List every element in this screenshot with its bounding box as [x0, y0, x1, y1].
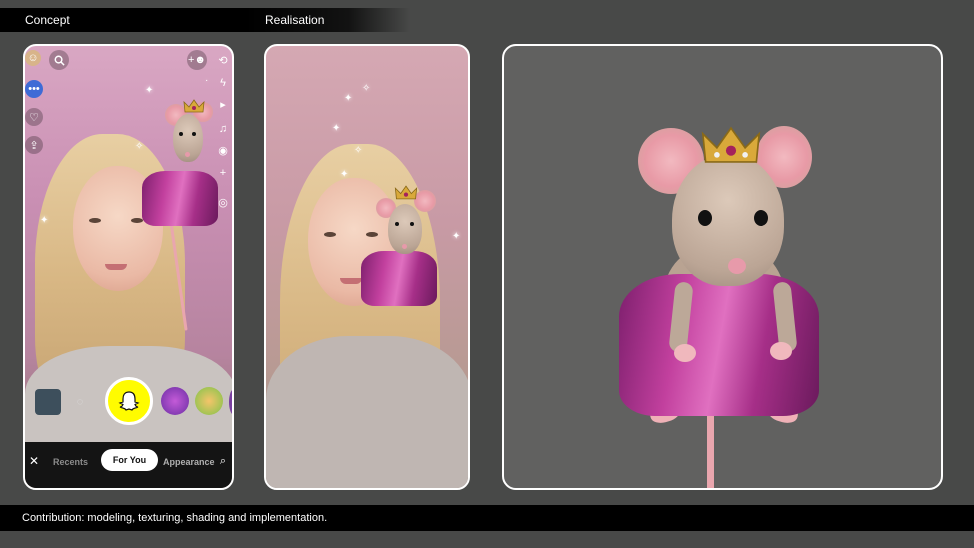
- flip-camera-icon[interactable]: ⟲: [216, 54, 230, 68]
- video-icon[interactable]: ▸: [216, 98, 230, 112]
- realisation-phone-screenshot: ✦ ✧ ✦ ✧ ✦ ✦: [264, 44, 470, 490]
- crown-icon: [183, 99, 205, 113]
- right-eye: [131, 218, 143, 223]
- sparkle-icon: ✧: [135, 141, 144, 152]
- sparkle-icon: ✦: [340, 169, 349, 180]
- sparkle-icon: ·: [205, 75, 209, 86]
- shirt: [266, 336, 468, 488]
- sparkle-icon: ✦: [452, 231, 461, 242]
- concept-phone-screenshot: ✦ ✦ ✧ · ☺ +☻ ••• ♡ ⇪ ⟲ ϟ ▸ ♫ ◉ + ◎ ◌ ✕ R…: [23, 44, 234, 490]
- left-eye: [324, 232, 336, 237]
- sparkle-icon: ✦: [344, 93, 353, 104]
- sparkle-icon: ✧: [362, 83, 371, 94]
- add-friend-icon[interactable]: +☻: [187, 50, 207, 70]
- sparkle-icon: ✦: [40, 215, 49, 226]
- sparkle-icon: ✧: [354, 145, 363, 156]
- sparkle-icon: ✦: [332, 123, 341, 134]
- lens-purple[interactable]: [161, 387, 189, 415]
- tab-for-you[interactable]: For You: [101, 449, 158, 471]
- bitmoji-avatar[interactable]: ☺: [25, 50, 41, 66]
- mouth: [340, 278, 362, 284]
- camera-icon[interactable]: ◉: [216, 144, 230, 158]
- capture-button[interactable]: [105, 377, 153, 425]
- sparkle-icon: ✦: [145, 85, 154, 96]
- crown-icon: [394, 185, 418, 200]
- mouse-render-panel: [502, 44, 943, 490]
- lens-explore-icon[interactable]: ⌕: [216, 454, 230, 468]
- flash-icon[interactable]: ϟ: [216, 76, 230, 90]
- plus-icon[interactable]: +: [216, 166, 230, 180]
- lens-glasses[interactable]: [195, 387, 223, 415]
- close-icon[interactable]: ✕: [27, 454, 41, 468]
- music-icon[interactable]: ♫: [216, 122, 230, 136]
- realisation-label: Realisation: [265, 13, 325, 27]
- concept-label: Concept: [25, 13, 70, 27]
- scan-icon[interactable]: ◎: [216, 196, 230, 210]
- share-icon[interactable]: ⇪: [25, 136, 43, 154]
- mouth: [105, 264, 127, 270]
- tab-appearance[interactable]: Appearance: [163, 457, 215, 467]
- crown-icon: [701, 126, 761, 163]
- recent-lens-thumbnail[interactable]: [35, 389, 61, 415]
- left-eye: [89, 218, 101, 223]
- lens-partial[interactable]: [229, 389, 232, 415]
- more-icon[interactable]: •••: [25, 80, 43, 98]
- right-eye: [366, 232, 378, 237]
- heart-icon[interactable]: ♡: [25, 108, 43, 126]
- search-icon[interactable]: [49, 50, 69, 70]
- tab-recents[interactable]: Recents: [53, 457, 88, 467]
- camera-roll-icon[interactable]: ◌: [73, 395, 87, 409]
- lens-category-tabs: ✕ Recents For You Appearance ⌕: [25, 442, 232, 488]
- ghost-icon: [118, 391, 140, 411]
- contribution-caption: Contribution: modeling, texturing, shadi…: [22, 512, 328, 524]
